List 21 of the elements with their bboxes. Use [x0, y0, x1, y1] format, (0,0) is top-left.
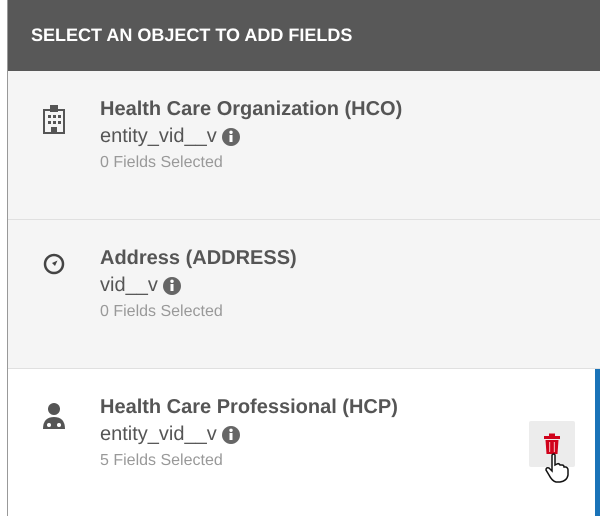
hand-cursor-icon [545, 453, 569, 483]
fields-count: 0 Fields Selected [100, 154, 224, 172]
object-name: Address (ADDRESS) [100, 247, 297, 270]
object-name: Health Care Professional (HCP) [100, 396, 398, 419]
info-icon[interactable] [220, 126, 241, 146]
object-key: vid__v [100, 274, 158, 297]
delete-button[interactable] [529, 421, 575, 467]
object-name: Health Care Organization (HCO) [100, 98, 402, 121]
object-key: entity_vid__v [100, 125, 217, 148]
fields-count: 5 Fields Selected [100, 452, 224, 470]
panel-title: SELECT AN OBJECT TO ADD FIELDS [31, 25, 352, 46]
object-item[interactable]: Address (ADDRESS) vid__v 0 Fields Selected [8, 220, 600, 369]
trash-icon [543, 433, 561, 455]
fields-count: 0 Fields Selected [100, 303, 224, 321]
compass-icon [43, 253, 65, 275]
object-item[interactable]: Health Care Organization (HCO) entity_vid__v 0 Fields Selected [8, 71, 600, 220]
building-icon [43, 104, 65, 134]
doctor-icon [42, 402, 66, 430]
info-icon[interactable] [162, 276, 182, 296]
object-key: entity_vid__v [100, 423, 217, 446]
info-icon[interactable] [220, 424, 241, 444]
